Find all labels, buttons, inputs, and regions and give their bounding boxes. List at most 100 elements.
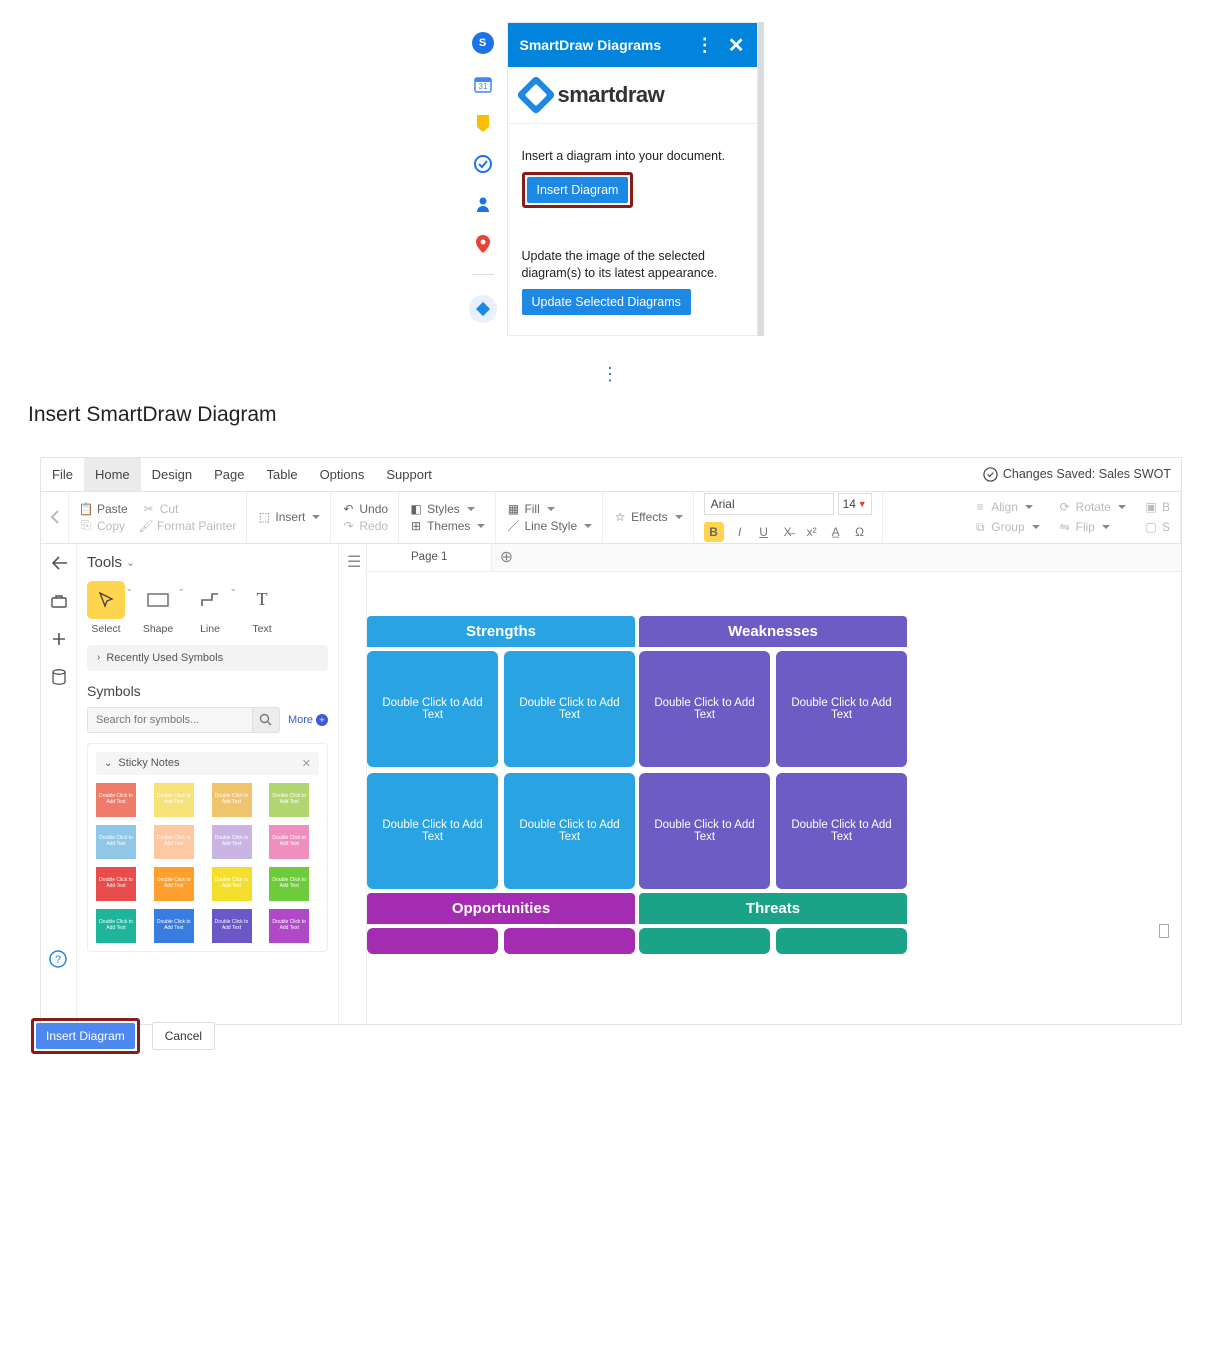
- weaknesses-cell[interactable]: Double Click to Add Text: [776, 651, 907, 767]
- strengths-cell[interactable]: Double Click to Add Text: [504, 773, 635, 889]
- threats-header[interactable]: Threats: [639, 893, 907, 924]
- calendar-icon[interactable]: 31: [473, 74, 493, 94]
- weaknesses-cell[interactable]: Double Click to Add Text: [776, 773, 907, 889]
- line-tool[interactable]: ⌄Line: [191, 581, 229, 635]
- maps-icon[interactable]: [473, 234, 493, 254]
- symbol-search-input[interactable]: [87, 707, 252, 733]
- flip-dropdown[interactable]: ⇋Flip: [1058, 520, 1126, 534]
- threats-cell[interactable]: [639, 928, 770, 954]
- text-tool[interactable]: TText: [243, 581, 281, 635]
- effects-dropdown[interactable]: ☆Effects: [613, 510, 682, 524]
- threats-cell[interactable]: [776, 928, 907, 954]
- insert-diagram-footer-button[interactable]: Insert Diagram: [36, 1023, 135, 1049]
- sticky-note-swatch[interactable]: Double Click to Add Text: [96, 825, 136, 859]
- format-painter-button[interactable]: 🖌Format Painter: [139, 519, 236, 533]
- underline-button[interactable]: U: [756, 525, 772, 539]
- strike-button[interactable]: X̶: [780, 525, 796, 539]
- font-select[interactable]: [704, 493, 834, 515]
- group-dropdown[interactable]: ⧉Group: [973, 520, 1039, 534]
- sticky-note-swatch[interactable]: Double Click to Add Text: [269, 783, 309, 817]
- sticky-panel-header[interactable]: ⌄Sticky Notes✕: [96, 752, 319, 775]
- sticky-note-swatch[interactable]: Double Click to Add Text: [269, 867, 309, 901]
- tab-home[interactable]: Home: [84, 458, 141, 491]
- sticky-note-swatch[interactable]: Double Click to Add Text: [96, 867, 136, 901]
- tab-file[interactable]: File: [41, 458, 84, 491]
- more-link[interactable]: More+: [288, 714, 328, 726]
- toolbox-icon[interactable]: [50, 592, 68, 610]
- sticky-note-swatch[interactable]: Double Click to Add Text: [212, 909, 252, 943]
- align-dropdown[interactable]: ≡Align: [973, 500, 1039, 514]
- cut-button[interactable]: ✂Cut: [142, 502, 179, 516]
- sticky-note-swatch[interactable]: Double Click to Add Text: [154, 825, 194, 859]
- sticky-note-swatch[interactable]: Double Click to Add Text: [212, 825, 252, 859]
- linestyle-dropdown[interactable]: ／Line Style: [506, 519, 592, 533]
- zoom-slider-handle[interactable]: [1159, 924, 1169, 938]
- sticky-note-swatch[interactable]: Double Click to Add Text: [269, 909, 309, 943]
- sticky-note-swatch[interactable]: Double Click to Add Text: [212, 783, 252, 817]
- close-icon[interactable]: ✕: [728, 33, 745, 58]
- plus-icon[interactable]: [50, 630, 68, 648]
- back-arrow-icon[interactable]: [50, 554, 68, 572]
- kebab-icon[interactable]: ⋮: [696, 35, 714, 56]
- insert-dropdown[interactable]: ⬚Insert: [257, 510, 320, 524]
- weaknesses-cell[interactable]: Double Click to Add Text: [639, 651, 770, 767]
- smartdraw-rail-icon[interactable]: [469, 295, 497, 323]
- sticky-note-swatch[interactable]: Double Click to Add Text: [154, 909, 194, 943]
- recent-symbols-bar[interactable]: ›Recently Used Symbols: [87, 645, 328, 671]
- insert-diagram-button[interactable]: Insert Diagram: [527, 177, 629, 203]
- addon-scrollbar[interactable]: [758, 22, 764, 336]
- fill-dropdown[interactable]: ▦Fill: [506, 502, 592, 516]
- sticky-note-swatch[interactable]: Double Click to Add Text: [212, 867, 252, 901]
- strengths-cell[interactable]: Double Click to Add Text: [504, 651, 635, 767]
- canvas[interactable]: Strengths Double Click to Add Text Doubl…: [367, 572, 1181, 1024]
- database-icon[interactable]: [50, 668, 68, 686]
- sticky-note-swatch[interactable]: Double Click to Add Text: [96, 909, 136, 943]
- tab-page[interactable]: Page: [203, 458, 255, 491]
- sticky-note-swatch[interactable]: Double Click to Add Text: [269, 825, 309, 859]
- strengths-cell[interactable]: Double Click to Add Text: [367, 651, 498, 767]
- send-back-button[interactable]: ▢S: [1144, 520, 1170, 534]
- font-size-select[interactable]: 14▼: [838, 493, 872, 515]
- help-icon[interactable]: ?: [49, 950, 67, 968]
- font-color-button[interactable]: A̲: [828, 525, 844, 539]
- shape-tool[interactable]: ⌄Shape: [139, 581, 177, 635]
- omega-button[interactable]: Ω: [852, 525, 868, 539]
- sticky-note-swatch[interactable]: Double Click to Add Text: [154, 867, 194, 901]
- tools-title[interactable]: Tools⌄: [87, 554, 328, 571]
- pages-list-icon[interactable]: ☰: [339, 544, 366, 580]
- tasks-icon[interactable]: [473, 154, 493, 174]
- bold-button[interactable]: B: [704, 522, 724, 542]
- opportunities-cell[interactable]: [367, 928, 498, 954]
- tab-table[interactable]: Table: [255, 458, 308, 491]
- page-tab-1[interactable]: Page 1: [367, 544, 492, 571]
- tab-options[interactable]: Options: [309, 458, 376, 491]
- redo-button[interactable]: ↷Redo: [341, 519, 388, 533]
- opportunities-cell[interactable]: [504, 928, 635, 954]
- weaknesses-cell[interactable]: Double Click to Add Text: [639, 773, 770, 889]
- ribbon-collapse-icon[interactable]: [41, 492, 69, 543]
- opportunities-header[interactable]: Opportunities: [367, 893, 635, 924]
- sticky-note-swatch[interactable]: Double Click to Add Text: [96, 783, 136, 817]
- italic-button[interactable]: I: [732, 525, 748, 539]
- contacts-icon[interactable]: [473, 194, 493, 214]
- tab-support[interactable]: Support: [375, 458, 443, 491]
- undo-button[interactable]: ↶Undo: [341, 502, 388, 516]
- close-panel-icon[interactable]: ✕: [302, 757, 311, 770]
- copy-button[interactable]: ⎘Copy: [79, 519, 125, 533]
- themes-dropdown[interactable]: ⊞Themes: [409, 519, 485, 533]
- rotate-dropdown[interactable]: ⟳Rotate: [1058, 500, 1126, 514]
- tab-design[interactable]: Design: [141, 458, 203, 491]
- strengths-header[interactable]: Strengths: [367, 616, 635, 647]
- sticky-note-swatch[interactable]: Double Click to Add Text: [154, 783, 194, 817]
- add-page-button[interactable]: ⊕: [492, 547, 520, 567]
- avatar-icon[interactable]: S: [472, 32, 494, 54]
- keep-icon[interactable]: [473, 114, 493, 134]
- styles-dropdown[interactable]: ◧Styles: [409, 502, 485, 516]
- select-tool[interactable]: ⌄Select: [87, 581, 125, 635]
- search-button[interactable]: [252, 707, 280, 733]
- paste-button[interactable]: 📋Paste: [79, 502, 128, 516]
- weaknesses-header[interactable]: Weaknesses: [639, 616, 907, 647]
- bring-front-button[interactable]: ▣B: [1144, 500, 1170, 514]
- update-diagrams-button[interactable]: Update Selected Diagrams: [522, 289, 691, 315]
- strengths-cell[interactable]: Double Click to Add Text: [367, 773, 498, 889]
